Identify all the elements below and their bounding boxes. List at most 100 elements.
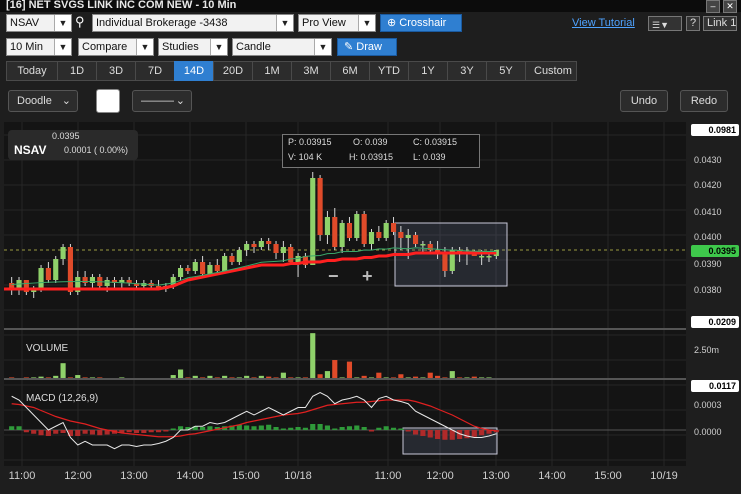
macd-histogram-bar bbox=[412, 430, 419, 435]
macd-histogram-bar bbox=[97, 430, 103, 436]
candle-body bbox=[266, 241, 272, 244]
price-tick: 0.0430 bbox=[694, 155, 722, 165]
candle-body bbox=[60, 247, 66, 259]
time-tick: 10/19 bbox=[650, 470, 678, 482]
candle-body bbox=[486, 256, 492, 258]
macd-histogram-bar bbox=[16, 426, 22, 430]
candle-body bbox=[317, 178, 323, 235]
candle-body bbox=[222, 256, 228, 271]
candle-body bbox=[442, 253, 448, 271]
candle-body bbox=[214, 265, 220, 271]
macd-histogram-bar bbox=[126, 430, 132, 433]
price-chart[interactable] bbox=[0, 0, 741, 494]
candle-body bbox=[420, 244, 426, 246]
candle-body bbox=[273, 244, 279, 253]
candle-body bbox=[258, 241, 264, 247]
volume-bar bbox=[346, 361, 353, 379]
candle-body bbox=[390, 223, 397, 232]
macd-tick: 0.0003 bbox=[694, 400, 722, 410]
price-tick: 0.0410 bbox=[694, 207, 722, 217]
ohlc-tooltip: P: 0.03915 O: 0.039 C: 0.03915 V: 104 K … bbox=[282, 134, 480, 168]
macd-label: MACD (12,26,9) bbox=[26, 393, 99, 404]
pane-divider[interactable] bbox=[4, 328, 686, 330]
candle-body bbox=[295, 256, 301, 262]
macd-histogram-bar bbox=[346, 426, 353, 430]
zoom-in-button[interactable]: + bbox=[362, 266, 373, 287]
macd-histogram-bar bbox=[89, 430, 96, 435]
candle-body bbox=[192, 262, 198, 271]
volume-bar bbox=[310, 333, 316, 379]
candle-body bbox=[82, 277, 88, 283]
macd-histogram-bar bbox=[82, 430, 88, 434]
time-tick: 14:00 bbox=[538, 470, 566, 482]
volume-label: VOLUME bbox=[26, 343, 69, 354]
macd-histogram-bar bbox=[133, 430, 140, 433]
quote-symbol: NSAV bbox=[14, 143, 47, 157]
macd-histogram-bar bbox=[60, 430, 66, 433]
macd-histogram-bar bbox=[273, 427, 279, 430]
macd-histogram-bar bbox=[383, 426, 389, 430]
price-tick: 0.0400 bbox=[694, 232, 722, 242]
axis-bottom-box: 0.0209 bbox=[691, 316, 739, 328]
candle-body bbox=[200, 262, 206, 274]
volume-bar bbox=[332, 360, 338, 379]
time-tick: 14:00 bbox=[176, 470, 204, 482]
macd-histogram-bar bbox=[368, 430, 375, 432]
pane-divider[interactable] bbox=[4, 378, 686, 380]
macd-histogram-bar bbox=[207, 426, 213, 430]
macd-histogram-bar bbox=[53, 430, 59, 434]
volume-tick: 2.50m bbox=[694, 345, 720, 355]
volume-bar bbox=[60, 363, 66, 379]
price-tick: 0.0390 bbox=[694, 259, 722, 269]
candle-body bbox=[383, 223, 389, 238]
macd-histogram-bar bbox=[376, 427, 382, 430]
macd-histogram-bar bbox=[244, 425, 250, 430]
candle-body bbox=[412, 235, 419, 244]
candle-body bbox=[361, 214, 367, 244]
candle-body bbox=[236, 250, 242, 262]
macd-histogram-bar bbox=[427, 430, 433, 438]
candle-body bbox=[251, 244, 257, 247]
time-tick: 12:00 bbox=[64, 470, 92, 482]
quote-price: 0.0395 bbox=[52, 131, 80, 141]
macd-histogram-bar bbox=[471, 430, 477, 437]
macd-histogram-bar bbox=[302, 427, 308, 430]
macd-histogram-bar bbox=[155, 430, 162, 433]
macd-histogram-bar bbox=[420, 430, 426, 436]
macd-histogram-bar bbox=[295, 427, 301, 430]
candle-body bbox=[104, 280, 110, 286]
ohlc-v: V: 104 K bbox=[288, 152, 323, 162]
quote-change: 0.0001 ( 0.00%) bbox=[64, 145, 129, 155]
candle-body bbox=[479, 256, 485, 258]
macd-histogram-bar bbox=[141, 430, 147, 433]
macd-histogram-bar bbox=[324, 425, 331, 430]
macd-histogram-bar bbox=[45, 430, 51, 436]
macd-histogram-bar bbox=[435, 430, 441, 439]
candle-body bbox=[376, 232, 382, 238]
ohlc-l: L: 0.039 bbox=[413, 152, 446, 162]
ohlc-c: C: 0.03915 bbox=[413, 137, 458, 147]
volume-box: 0.0117 bbox=[691, 380, 739, 392]
time-tick: 15:00 bbox=[232, 470, 260, 482]
time-tick: 11:00 bbox=[8, 470, 36, 482]
current-price-box: 0.0395 bbox=[691, 245, 739, 257]
zoom-out-button[interactable]: − bbox=[328, 266, 339, 287]
macd-histogram-bar bbox=[266, 424, 272, 430]
macd-histogram-bar bbox=[332, 428, 338, 430]
time-tick: 10/18 bbox=[284, 470, 312, 482]
price-tick: 0.0380 bbox=[694, 285, 722, 295]
macd-histogram-bar bbox=[354, 425, 360, 430]
candle-body bbox=[339, 223, 345, 247]
macd-histogram-bar bbox=[339, 427, 345, 430]
macd-histogram-bar bbox=[317, 424, 323, 430]
axis-top-box: 0.0981 bbox=[691, 124, 739, 136]
candle-body bbox=[280, 247, 286, 253]
time-tick: 11:00 bbox=[374, 470, 402, 482]
time-tick: 13:00 bbox=[120, 470, 148, 482]
candle-body bbox=[405, 235, 411, 238]
candle-body bbox=[185, 268, 191, 271]
macd-histogram-bar bbox=[280, 428, 286, 430]
macd-histogram-bar bbox=[258, 425, 264, 430]
candle-body bbox=[332, 217, 338, 247]
macd-histogram-bar bbox=[442, 430, 448, 440]
